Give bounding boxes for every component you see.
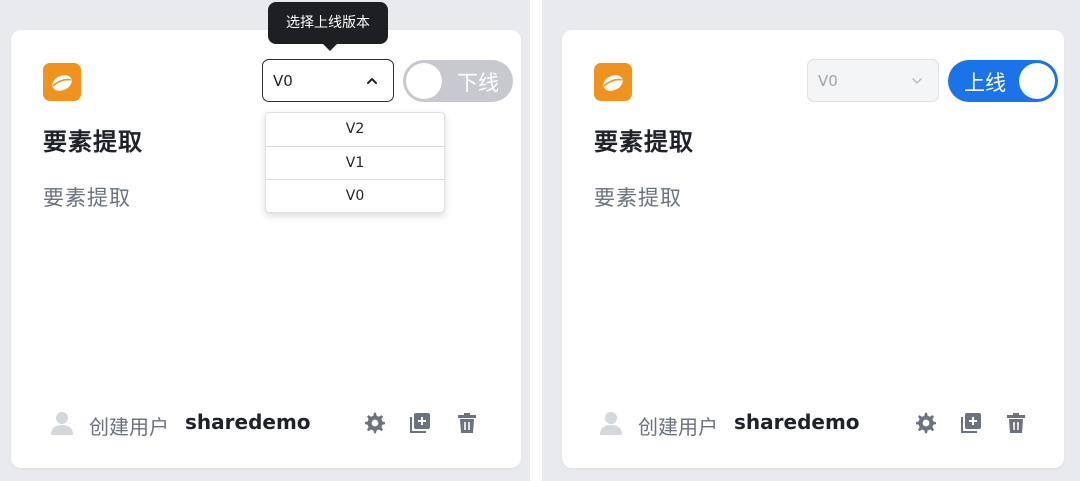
app-card[interactable]: V0 上线 要素提取 要素提取 创建用户 sharedemo	[562, 30, 1064, 468]
app-egg-icon	[594, 63, 632, 101]
trash-icon[interactable]	[1005, 412, 1027, 434]
online-toggle[interactable]: 上线	[948, 60, 1058, 102]
toggle-label: 上线	[964, 71, 1006, 95]
user-icon	[600, 412, 622, 435]
card-title: 要素提取	[594, 128, 694, 156]
version-select[interactable]: V0	[262, 59, 394, 102]
toggle-knob	[1019, 63, 1055, 99]
chevron-down-icon	[912, 78, 922, 84]
trash-icon[interactable]	[456, 412, 478, 434]
app-card[interactable]: V0 下线 要素提取 要素提取 创建用户 sharedemo	[11, 30, 521, 468]
version-select-value: V0	[818, 72, 838, 90]
card-description: 要素提取	[594, 186, 682, 210]
version-tooltip: 选择上线版本	[268, 2, 388, 44]
toggle-knob	[406, 63, 442, 99]
user-icon	[51, 412, 73, 435]
creator-label: 创建用户	[89, 415, 169, 439]
dropdown-option-v1[interactable]: V1	[266, 147, 444, 181]
app-egg-icon	[43, 63, 81, 101]
version-select-value: V0	[273, 72, 293, 90]
online-toggle[interactable]: 下线	[403, 60, 513, 102]
dropdown-option-v0[interactable]: V0	[266, 180, 444, 214]
copy-add-icon[interactable]	[409, 412, 431, 434]
toggle-label: 下线	[457, 71, 499, 95]
creator-label: 创建用户	[638, 415, 718, 439]
card-title: 要素提取	[43, 128, 143, 156]
creator-name: sharedemo	[734, 410, 860, 434]
gear-icon[interactable]	[915, 412, 937, 434]
tooltip-arrow	[322, 43, 338, 51]
dropdown-option-v2[interactable]: V2	[266, 113, 444, 147]
creator-name: sharedemo	[185, 410, 311, 434]
panel-divider	[530, 0, 542, 481]
card-description: 要素提取	[43, 186, 131, 210]
gear-icon[interactable]	[364, 412, 386, 434]
copy-add-icon[interactable]	[960, 412, 982, 434]
version-dropdown: V2 V1 V0	[265, 112, 445, 213]
chevron-up-icon	[367, 78, 377, 84]
version-select[interactable]: V0	[807, 59, 939, 102]
